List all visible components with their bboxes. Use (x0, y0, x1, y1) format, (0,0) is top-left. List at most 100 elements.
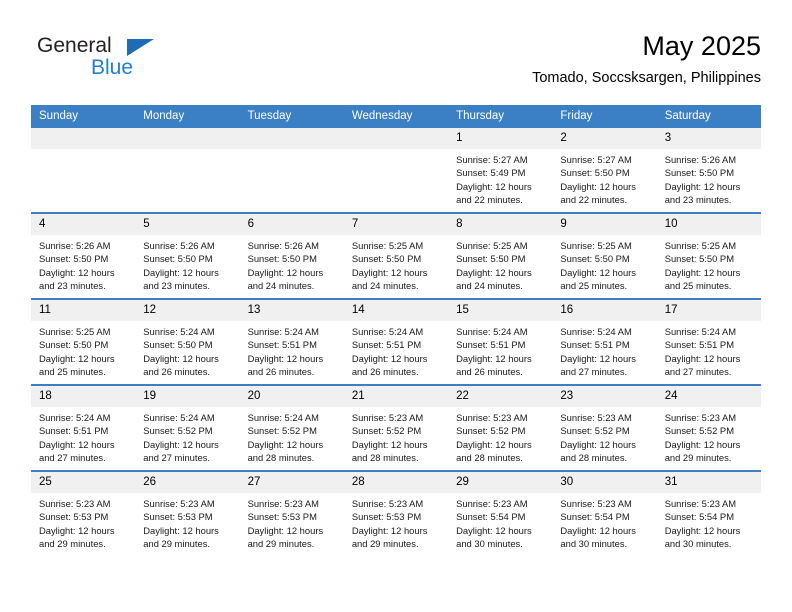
day-cell[interactable]: 1 Sunrise: 5:27 AM Sunset: 5:49 PM Daylight… (448, 128, 553, 213)
day-cell[interactable]: 5 Sunrise: 5:26 AM Sunset: 5:50 PM Daylight… (135, 212, 240, 299)
day-number (31, 128, 136, 149)
sunrise-text: Sunrise: 5:25 AM (351, 240, 424, 251)
day-cell[interactable]: 28 Sunrise: 5:23 AM Sunset: 5:53 PM Dayligh… (343, 470, 449, 556)
day-cell[interactable]: 23 Sunrise: 5:23 AM Sunset: 5:52 PM Dayligh… (552, 384, 657, 471)
day-cell[interactable]: 16 Sunrise: 5:24 AM Sunset: 5:51 PM Dayligh… (552, 298, 657, 385)
daylight-text-line2: and 25 minutes. (560, 280, 628, 292)
daylight-text-line2: and 22 minutes. (560, 194, 628, 206)
sunrise-text: Sunrise: 5:24 AM (247, 412, 319, 423)
daylight-text-line2: and 23 minutes. (143, 280, 210, 292)
day-cell[interactable]: 15 Sunrise: 5:24 AM Sunset: 5:51 PM Dayligh… (448, 298, 553, 385)
day-cell[interactable]: 18 Sunrise: 5:24 AM Sunset: 5:51 PM Dayligh… (31, 384, 136, 471)
day-sun-info: Sunrise: 5:23 AM Sunset: 5:53 PM Daylight:… (31, 493, 135, 551)
sunrise-text: Sunrise: 5:24 AM (664, 326, 737, 337)
day-number: 12 (135, 300, 240, 321)
sunset-text: Sunset: 5:52 PM (247, 425, 317, 437)
generalblue-logo[interactable]: General Blue (31, 34, 181, 90)
sunrise-text: Sunrise: 5:23 AM (456, 412, 528, 423)
day-sun-info: Sunrise: 5:24 AM Sunset: 5:51 PM Daylight:… (240, 321, 344, 379)
day-cell[interactable]: 22 Sunrise: 5:23 AM Sunset: 5:52 PM Dayligh… (448, 384, 553, 471)
day-cell[interactable]: 10 Sunrise: 5:25 AM Sunset: 5:50 PM Dayligh… (656, 212, 761, 299)
day-cell[interactable]: 20 Sunrise: 5:24 AM Sunset: 5:52 PM Dayligh… (239, 384, 344, 471)
daylight-text-line1: Daylight: 12 hours (664, 180, 741, 192)
day-cell[interactable]: 19 Sunrise: 5:24 AM Sunset: 5:52 PM Dayligh… (135, 384, 240, 471)
day-number: 18 (31, 386, 136, 407)
day-cell[interactable]: 30 Sunrise: 5:23 AM Sunset: 5:54 PM Dayligh… (552, 470, 657, 556)
day-cell[interactable]: 4 Sunrise: 5:26 AM Sunset: 5:50 PM Daylight… (31, 212, 136, 299)
day-number: 1 (448, 128, 553, 149)
sunset-text: Sunset: 5:54 PM (560, 511, 630, 523)
daylight-text-line1: Daylight: 12 hours (351, 266, 428, 278)
day-number: 21 (343, 386, 449, 407)
calendar-week-row: 1 Sunrise: 5:27 AM Sunset: 5:49 PM Daylight… (31, 128, 761, 213)
day-sun-info: Sunrise: 5:26 AM Sunset: 5:50 PM Daylight:… (240, 235, 344, 293)
sunrise-text: Sunrise: 5:24 AM (351, 326, 424, 337)
sunrise-text: Sunrise: 5:23 AM (247, 498, 319, 509)
day-cell[interactable]: 12 Sunrise: 5:24 AM Sunset: 5:50 PM Dayligh… (135, 298, 240, 385)
daylight-text-line2: and 29 minutes. (351, 538, 419, 550)
day-sun-info: Sunrise: 5:23 AM Sunset: 5:53 PM Daylight:… (344, 493, 448, 551)
day-cell[interactable]: 24 Sunrise: 5:23 AM Sunset: 5:52 PM Dayligh… (656, 384, 761, 471)
sunset-text: Sunset: 5:51 PM (664, 339, 734, 351)
day-sun-info: Sunrise: 5:24 AM Sunset: 5:52 PM Daylight:… (135, 407, 239, 465)
daylight-text-line1: Daylight: 12 hours (664, 438, 741, 450)
sunrise-text: Sunrise: 5:23 AM (664, 498, 737, 509)
day-cell[interactable]: 25 Sunrise: 5:23 AM Sunset: 5:53 PM Dayligh… (31, 470, 136, 556)
weekday-header-row: Sunday Monday Tuesday Wednesday Thursday… (31, 105, 761, 128)
sunset-text: Sunset: 5:53 PM (247, 511, 317, 523)
day-cell[interactable]: 11 Sunrise: 5:25 AM Sunset: 5:50 PM Dayligh… (31, 298, 136, 385)
day-cell[interactable]: 27 Sunrise: 5:23 AM Sunset: 5:53 PM Dayligh… (239, 470, 344, 556)
sunset-text: Sunset: 5:52 PM (560, 425, 630, 437)
day-number: 8 (448, 214, 553, 235)
sunset-text: Sunset: 5:51 PM (39, 425, 109, 437)
sunrise-text: Sunrise: 5:23 AM (351, 412, 424, 423)
daylight-text-line1: Daylight: 12 hours (664, 266, 741, 278)
daylight-text-line2: and 23 minutes. (664, 194, 732, 206)
day-sun-info: Sunrise: 5:27 AM Sunset: 5:50 PM Daylight:… (552, 149, 656, 207)
day-cell[interactable]: 14 Sunrise: 5:24 AM Sunset: 5:51 PM Dayligh… (343, 298, 449, 385)
day-cell[interactable]: 3 Sunrise: 5:26 AM Sunset: 5:50 PM Daylight… (656, 128, 761, 213)
daylight-text-line2: and 29 minutes. (247, 538, 315, 550)
day-sun-info: Sunrise: 5:23 AM Sunset: 5:53 PM Daylight:… (135, 493, 239, 551)
day-cell[interactable]: 7 Sunrise: 5:25 AM Sunset: 5:50 PM Daylight… (343, 212, 449, 299)
day-cell[interactable]: 26 Sunrise: 5:23 AM Sunset: 5:53 PM Dayligh… (135, 470, 240, 556)
daylight-text-line1: Daylight: 12 hours (351, 352, 428, 364)
daylight-text-line2: and 26 minutes. (456, 366, 523, 378)
day-cell[interactable]: 8 Sunrise: 5:25 AM Sunset: 5:50 PM Daylight… (448, 212, 553, 299)
day-sun-info: Sunrise: 5:24 AM Sunset: 5:51 PM Daylight:… (657, 321, 761, 379)
daylight-text-line1: Daylight: 12 hours (247, 438, 324, 450)
daylight-text-line1: Daylight: 12 hours (456, 352, 532, 364)
day-cell[interactable]: 21 Sunrise: 5:23 AM Sunset: 5:52 PM Dayligh… (343, 384, 449, 471)
sunset-text: Sunset: 5:53 PM (39, 511, 109, 523)
day-cell[interactable]: 29 Sunrise: 5:23 AM Sunset: 5:54 PM Dayligh… (448, 470, 553, 556)
daylight-text-line1: Daylight: 12 hours (143, 266, 219, 278)
calendar-body: 1 Sunrise: 5:27 AM Sunset: 5:49 PM Daylight… (31, 128, 761, 556)
day-cell[interactable]: 13 Sunrise: 5:24 AM Sunset: 5:51 PM Dayligh… (239, 298, 344, 385)
sunset-text: Sunset: 5:54 PM (664, 511, 734, 523)
day-cell[interactable]: 6 Sunrise: 5:26 AM Sunset: 5:50 PM Daylight… (239, 212, 344, 299)
day-number: 7 (343, 214, 449, 235)
day-number: 5 (135, 214, 240, 235)
sunrise-text: Sunrise: 5:23 AM (560, 412, 632, 423)
sunrise-text: Sunrise: 5:25 AM (456, 240, 528, 251)
daylight-text-line2: and 30 minutes. (664, 538, 732, 550)
day-sun-info: Sunrise: 5:24 AM Sunset: 5:51 PM Daylight:… (552, 321, 656, 379)
day-number: 24 (656, 386, 761, 407)
day-number (239, 128, 344, 149)
sunset-text: Sunset: 5:51 PM (560, 339, 630, 351)
sunset-text: Sunset: 5:52 PM (143, 425, 213, 437)
sunrise-text: Sunrise: 5:23 AM (351, 498, 424, 509)
calendar-week-row: 25 Sunrise: 5:23 AM Sunset: 5:53 PM Dayligh… (31, 470, 761, 556)
daylight-text-line1: Daylight: 12 hours (456, 180, 532, 192)
daylight-text-line2: and 30 minutes. (560, 538, 628, 550)
day-cell[interactable]: 17 Sunrise: 5:24 AM Sunset: 5:51 PM Dayligh… (656, 298, 761, 385)
day-cell[interactable]: 2 Sunrise: 5:27 AM Sunset: 5:50 PM Daylight… (552, 128, 657, 213)
location-subtitle: Tomado, Soccsksargen, Philippines (532, 70, 761, 86)
day-cell[interactable]: 9 Sunrise: 5:25 AM Sunset: 5:50 PM Daylight… (552, 212, 657, 299)
sunrise-text: Sunrise: 5:25 AM (39, 326, 111, 337)
day-sun-info: Sunrise: 5:23 AM Sunset: 5:54 PM Daylight:… (657, 493, 761, 551)
sunrise-text: Sunrise: 5:26 AM (664, 154, 737, 165)
logo-text-blue: Blue (91, 56, 134, 79)
day-cell[interactable]: 31 Sunrise: 5:23 AM Sunset: 5:54 PM Dayligh… (656, 470, 761, 556)
day-sun-info: Sunrise: 5:26 AM Sunset: 5:50 PM Daylight:… (657, 149, 761, 207)
